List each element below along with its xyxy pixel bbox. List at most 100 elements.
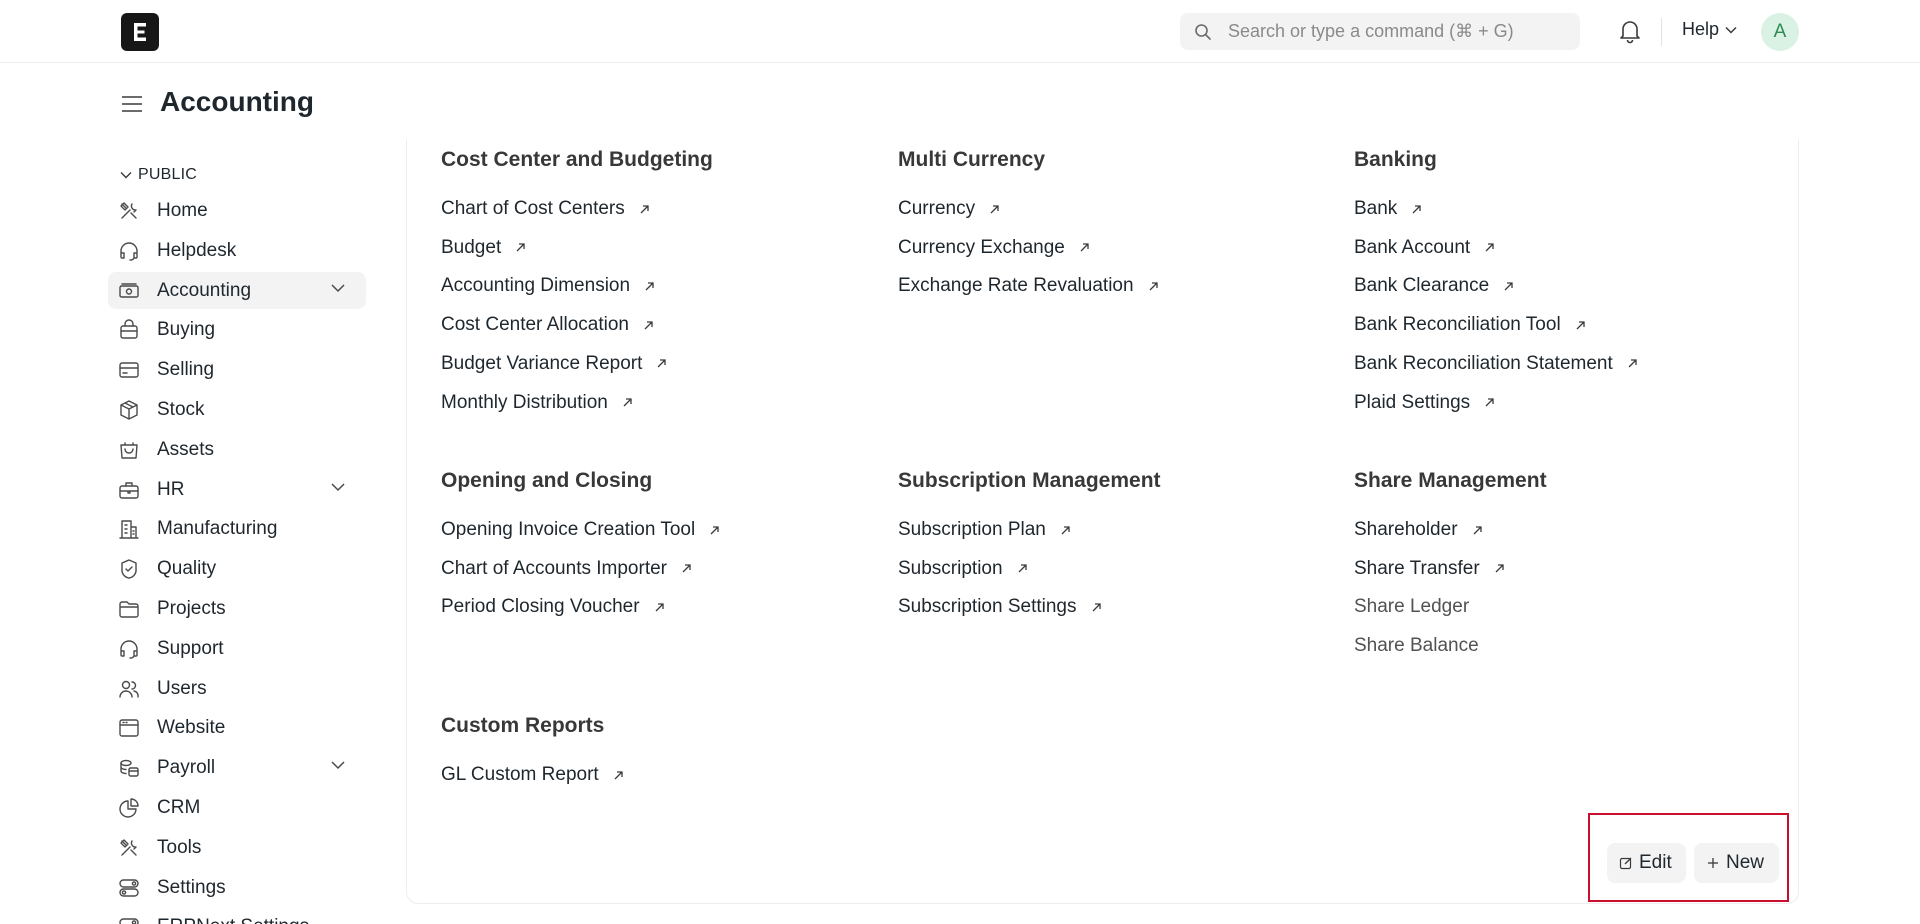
arrow-up-right-icon	[1576, 320, 1585, 330]
arrow-up-right-icon	[1485, 398, 1494, 407]
edit-icon	[1619, 857, 1632, 870]
shortcut-link[interactable]: Share Transfer	[1354, 558, 1505, 580]
sidebar-item-settings[interactable]: Settings	[108, 869, 366, 906]
shortcut-link-label: Chart of Cost Centers	[441, 198, 625, 219]
sidebar-item-crm[interactable]: CRM	[108, 789, 366, 826]
navbar-divider	[1661, 18, 1662, 46]
sidebar-item-tools[interactable]: Tools	[108, 829, 366, 866]
sidebar-item-selling[interactable]: Selling	[108, 351, 366, 388]
shortcut-link[interactable]: Plaid Settings	[1354, 392, 1495, 414]
sidebar-item-label: Support	[157, 637, 224, 659]
arrow-up-right-icon	[1412, 204, 1421, 213]
shortcut-link[interactable]: Subscription Plan	[898, 519, 1071, 541]
chevron-down-icon	[1725, 26, 1737, 34]
sidebar-item-stock[interactable]: Stock	[108, 391, 366, 428]
shortcut-link[interactable]: Currency	[898, 198, 1000, 220]
shortcut-link-label: Currency	[898, 198, 976, 219]
shortcut-link-label: GL Custom Report	[441, 764, 599, 785]
sidebar-item-users[interactable]: Users	[108, 670, 366, 707]
shortcut-link[interactable]: Bank	[1354, 198, 1422, 220]
help-dropdown[interactable]: Help	[1682, 19, 1737, 40]
section-title: Opening and Closing	[441, 469, 653, 492]
shortcut-link-label: Monthly Distribution	[441, 391, 608, 413]
shortcut-link[interactable]: Bank Reconciliation Tool	[1354, 314, 1586, 336]
chevron-down-icon[interactable]	[330, 482, 346, 492]
user-avatar[interactable]: A	[1761, 13, 1799, 51]
app-logo[interactable]	[121, 13, 159, 51]
section-title: Custom Reports	[441, 714, 605, 737]
shortcut-link[interactable]: Budget	[441, 237, 526, 259]
search-icon	[1195, 24, 1211, 40]
sidebar-item-label: Users	[157, 677, 207, 699]
sidebar-item-website[interactable]: Website	[108, 709, 366, 746]
sidebar-item-manufacturing[interactable]: Manufacturing	[108, 510, 366, 547]
shortcut-link[interactable]: Budget Variance Report	[441, 353, 667, 375]
edit-button[interactable]: Edit	[1607, 843, 1686, 883]
sidebar-item-support[interactable]: Support	[108, 630, 366, 667]
sidebar-toggle-icon[interactable]	[121, 94, 143, 114]
shortcut-link[interactable]: GL Custom Report	[441, 764, 624, 786]
shortcut-link[interactable]: Opening Invoice Creation Tool	[441, 519, 720, 541]
shortcut-link[interactable]: Exchange Rate Revaluation	[898, 275, 1159, 297]
shortcut-link-label: Bank Clearance	[1354, 275, 1490, 297]
shortcut-link-label: Share Ledger	[1354, 596, 1470, 618]
search-input[interactable]	[1228, 13, 1568, 50]
shortcut-link[interactable]: Share Balance	[1354, 635, 1479, 657]
sidebar-item-hr[interactable]: HR	[108, 471, 366, 508]
shortcut-link[interactable]: Monthly Distribution	[441, 392, 633, 414]
shortcut-link[interactable]: Share Ledger	[1354, 596, 1469, 618]
shortcut-link[interactable]: Period Closing Voucher	[441, 596, 665, 618]
sidebar-item-helpdesk[interactable]: Helpdesk	[108, 232, 366, 269]
shortcut-link[interactable]: Chart of Cost Centers	[441, 198, 650, 220]
chevron-down-icon[interactable]	[330, 760, 346, 770]
settings-icon	[119, 878, 139, 897]
chevron-down-icon[interactable]	[330, 283, 346, 293]
sidebar-item-buying[interactable]: Buying	[108, 311, 366, 348]
sidebar-item-projects[interactable]: Projects	[108, 590, 366, 627]
sidebar-item-home[interactable]: Home	[108, 192, 366, 229]
shortcut-link[interactable]: Subscription Settings	[898, 596, 1102, 618]
shortcut-link-label: Accounting Dimension	[441, 275, 631, 297]
sidebar-section-public[interactable]: PUBLIC	[120, 166, 197, 184]
sidebar-item-label: Accounting	[157, 279, 252, 301]
sidebar-item-assets[interactable]: Assets	[108, 431, 366, 468]
sidebar-item-payroll[interactable]: Payroll	[108, 749, 366, 786]
headset-icon	[120, 242, 138, 261]
sidebar-item-label: Payroll	[157, 757, 216, 779]
tools-icon	[120, 202, 137, 219]
sidebar-item-label: HR	[157, 478, 185, 500]
shortcut-link-label: Cost Center Allocation	[441, 314, 629, 336]
box-icon	[120, 400, 138, 420]
sidebar-item-label: Buying	[157, 319, 216, 341]
shortcut-link[interactable]: Chart of Accounts Importer	[441, 558, 692, 580]
sidebar-item-erpnext-settings[interactable]: ERPNext Settings	[108, 908, 366, 924]
shortcut-link-label: Subscription	[898, 557, 1003, 579]
sidebar-item-quality[interactable]: Quality	[108, 550, 366, 587]
sidebar-item-label: Assets	[157, 438, 215, 460]
section-title: Multi Currency	[898, 148, 1046, 171]
arrow-up-right-icon	[516, 243, 525, 252]
shortcut-link[interactable]: Bank Clearance	[1354, 275, 1514, 297]
shortcut-link[interactable]: Bank Account	[1354, 237, 1495, 259]
tools-icon	[120, 839, 137, 856]
page-title: Accounting	[160, 86, 314, 117]
arrow-up-right-icon	[1473, 525, 1482, 534]
search-bar[interactable]	[1180, 13, 1580, 50]
shortcut-link[interactable]: Currency Exchange	[898, 237, 1090, 259]
bell-icon[interactable]	[1618, 18, 1642, 44]
new-button[interactable]: New	[1694, 843, 1779, 883]
arrow-up-right-icon	[990, 204, 999, 213]
shortcut-link[interactable]: Accounting Dimension	[441, 275, 655, 297]
shortcut-link-label: Subscription Plan	[898, 519, 1046, 540]
shortcut-link[interactable]: Subscription	[898, 558, 1028, 580]
sidebar-item-accounting[interactable]: Accounting	[108, 271, 366, 309]
shortcut-link-label: Bank Reconciliation Statement	[1354, 352, 1613, 374]
section-title: Banking	[1354, 148, 1437, 171]
sidebar-item-label: Projects	[157, 598, 226, 619]
arrow-up-right-icon	[1495, 564, 1504, 573]
shortcut-link-label: Share Balance	[1354, 635, 1479, 657]
shortcut-link[interactable]: Bank Reconciliation Statement	[1354, 353, 1638, 375]
arrow-up-right-icon	[623, 398, 632, 407]
shortcut-link[interactable]: Cost Center Allocation	[441, 314, 654, 336]
shortcut-link[interactable]: Shareholder	[1354, 519, 1483, 541]
